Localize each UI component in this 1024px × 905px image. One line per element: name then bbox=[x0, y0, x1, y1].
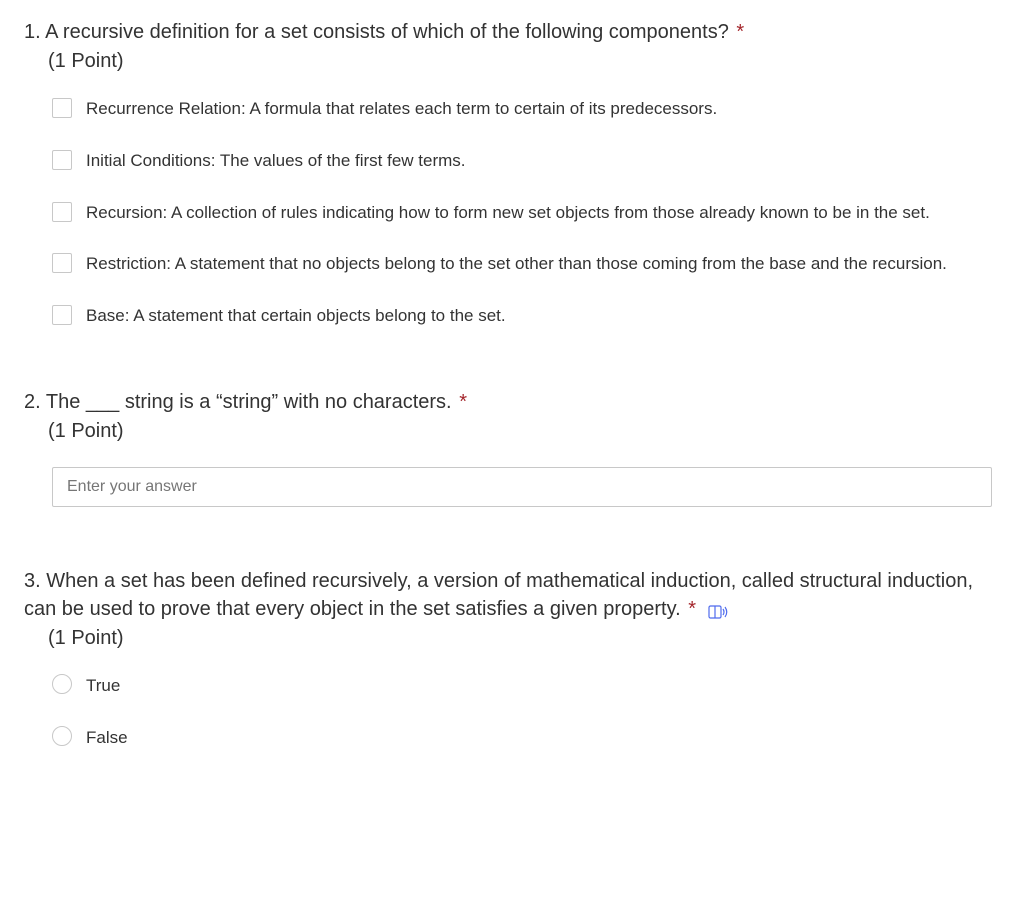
question-2-text: The ___ string is a “string” with no cha… bbox=[46, 391, 452, 413]
question-1-title: 1. A recursive definition for a set cons… bbox=[24, 18, 1000, 46]
checkbox-input[interactable] bbox=[52, 253, 72, 273]
question-2-points: (1 Point) bbox=[24, 420, 1000, 443]
radio-input[interactable] bbox=[52, 726, 72, 746]
checkbox-input[interactable] bbox=[52, 150, 72, 170]
option-label: False bbox=[86, 726, 128, 750]
checkbox-input[interactable] bbox=[52, 202, 72, 222]
option-label: Restriction: A statement that no objects… bbox=[86, 252, 947, 276]
option-row: False bbox=[52, 726, 1000, 750]
option-label: True bbox=[86, 674, 120, 698]
option-row: Recurrence Relation: A formula that rela… bbox=[52, 97, 1000, 121]
radio-input[interactable] bbox=[52, 674, 72, 694]
option-row: Restriction: A statement that no objects… bbox=[52, 252, 1000, 276]
option-label: Initial Conditions: The values of the fi… bbox=[86, 149, 466, 173]
question-1: 1. A recursive definition for a set cons… bbox=[24, 18, 1000, 328]
option-row: Initial Conditions: The values of the fi… bbox=[52, 149, 1000, 173]
required-asterisk: * bbox=[736, 21, 744, 43]
question-3: 3. When a set has been defined recursive… bbox=[24, 567, 1000, 750]
question-3-number: 3. bbox=[24, 570, 41, 592]
option-row: Base: A statement that certain objects b… bbox=[52, 304, 1000, 328]
answer-input[interactable] bbox=[52, 467, 992, 507]
question-1-text: A recursive definition for a set consist… bbox=[45, 21, 729, 43]
question-1-number: 1. bbox=[24, 21, 41, 43]
question-3-text: When a set has been defined recursively,… bbox=[24, 570, 973, 620]
option-row: True bbox=[52, 674, 1000, 698]
question-3-options: True False bbox=[24, 674, 1000, 750]
required-asterisk: * bbox=[688, 598, 696, 620]
question-2-number: 2. bbox=[24, 391, 41, 413]
immersive-reader-icon[interactable] bbox=[708, 601, 730, 619]
question-3-title: 3. When a set has been defined recursive… bbox=[24, 567, 1000, 623]
checkbox-input[interactable] bbox=[52, 305, 72, 325]
required-asterisk: * bbox=[459, 391, 467, 413]
checkbox-input[interactable] bbox=[52, 98, 72, 118]
option-row: Recursion: A collection of rules indicat… bbox=[52, 201, 1000, 225]
option-label: Base: A statement that certain objects b… bbox=[86, 304, 506, 328]
question-2: 2. The ___ string is a “string” with no … bbox=[24, 388, 1000, 507]
question-1-points: (1 Point) bbox=[24, 50, 1000, 73]
question-2-title: 2. The ___ string is a “string” with no … bbox=[24, 388, 1000, 416]
question-1-options: Recurrence Relation: A formula that rela… bbox=[24, 97, 1000, 328]
option-label: Recursion: A collection of rules indicat… bbox=[86, 201, 930, 225]
question-3-points: (1 Point) bbox=[24, 627, 1000, 650]
option-label: Recurrence Relation: A formula that rela… bbox=[86, 97, 717, 121]
